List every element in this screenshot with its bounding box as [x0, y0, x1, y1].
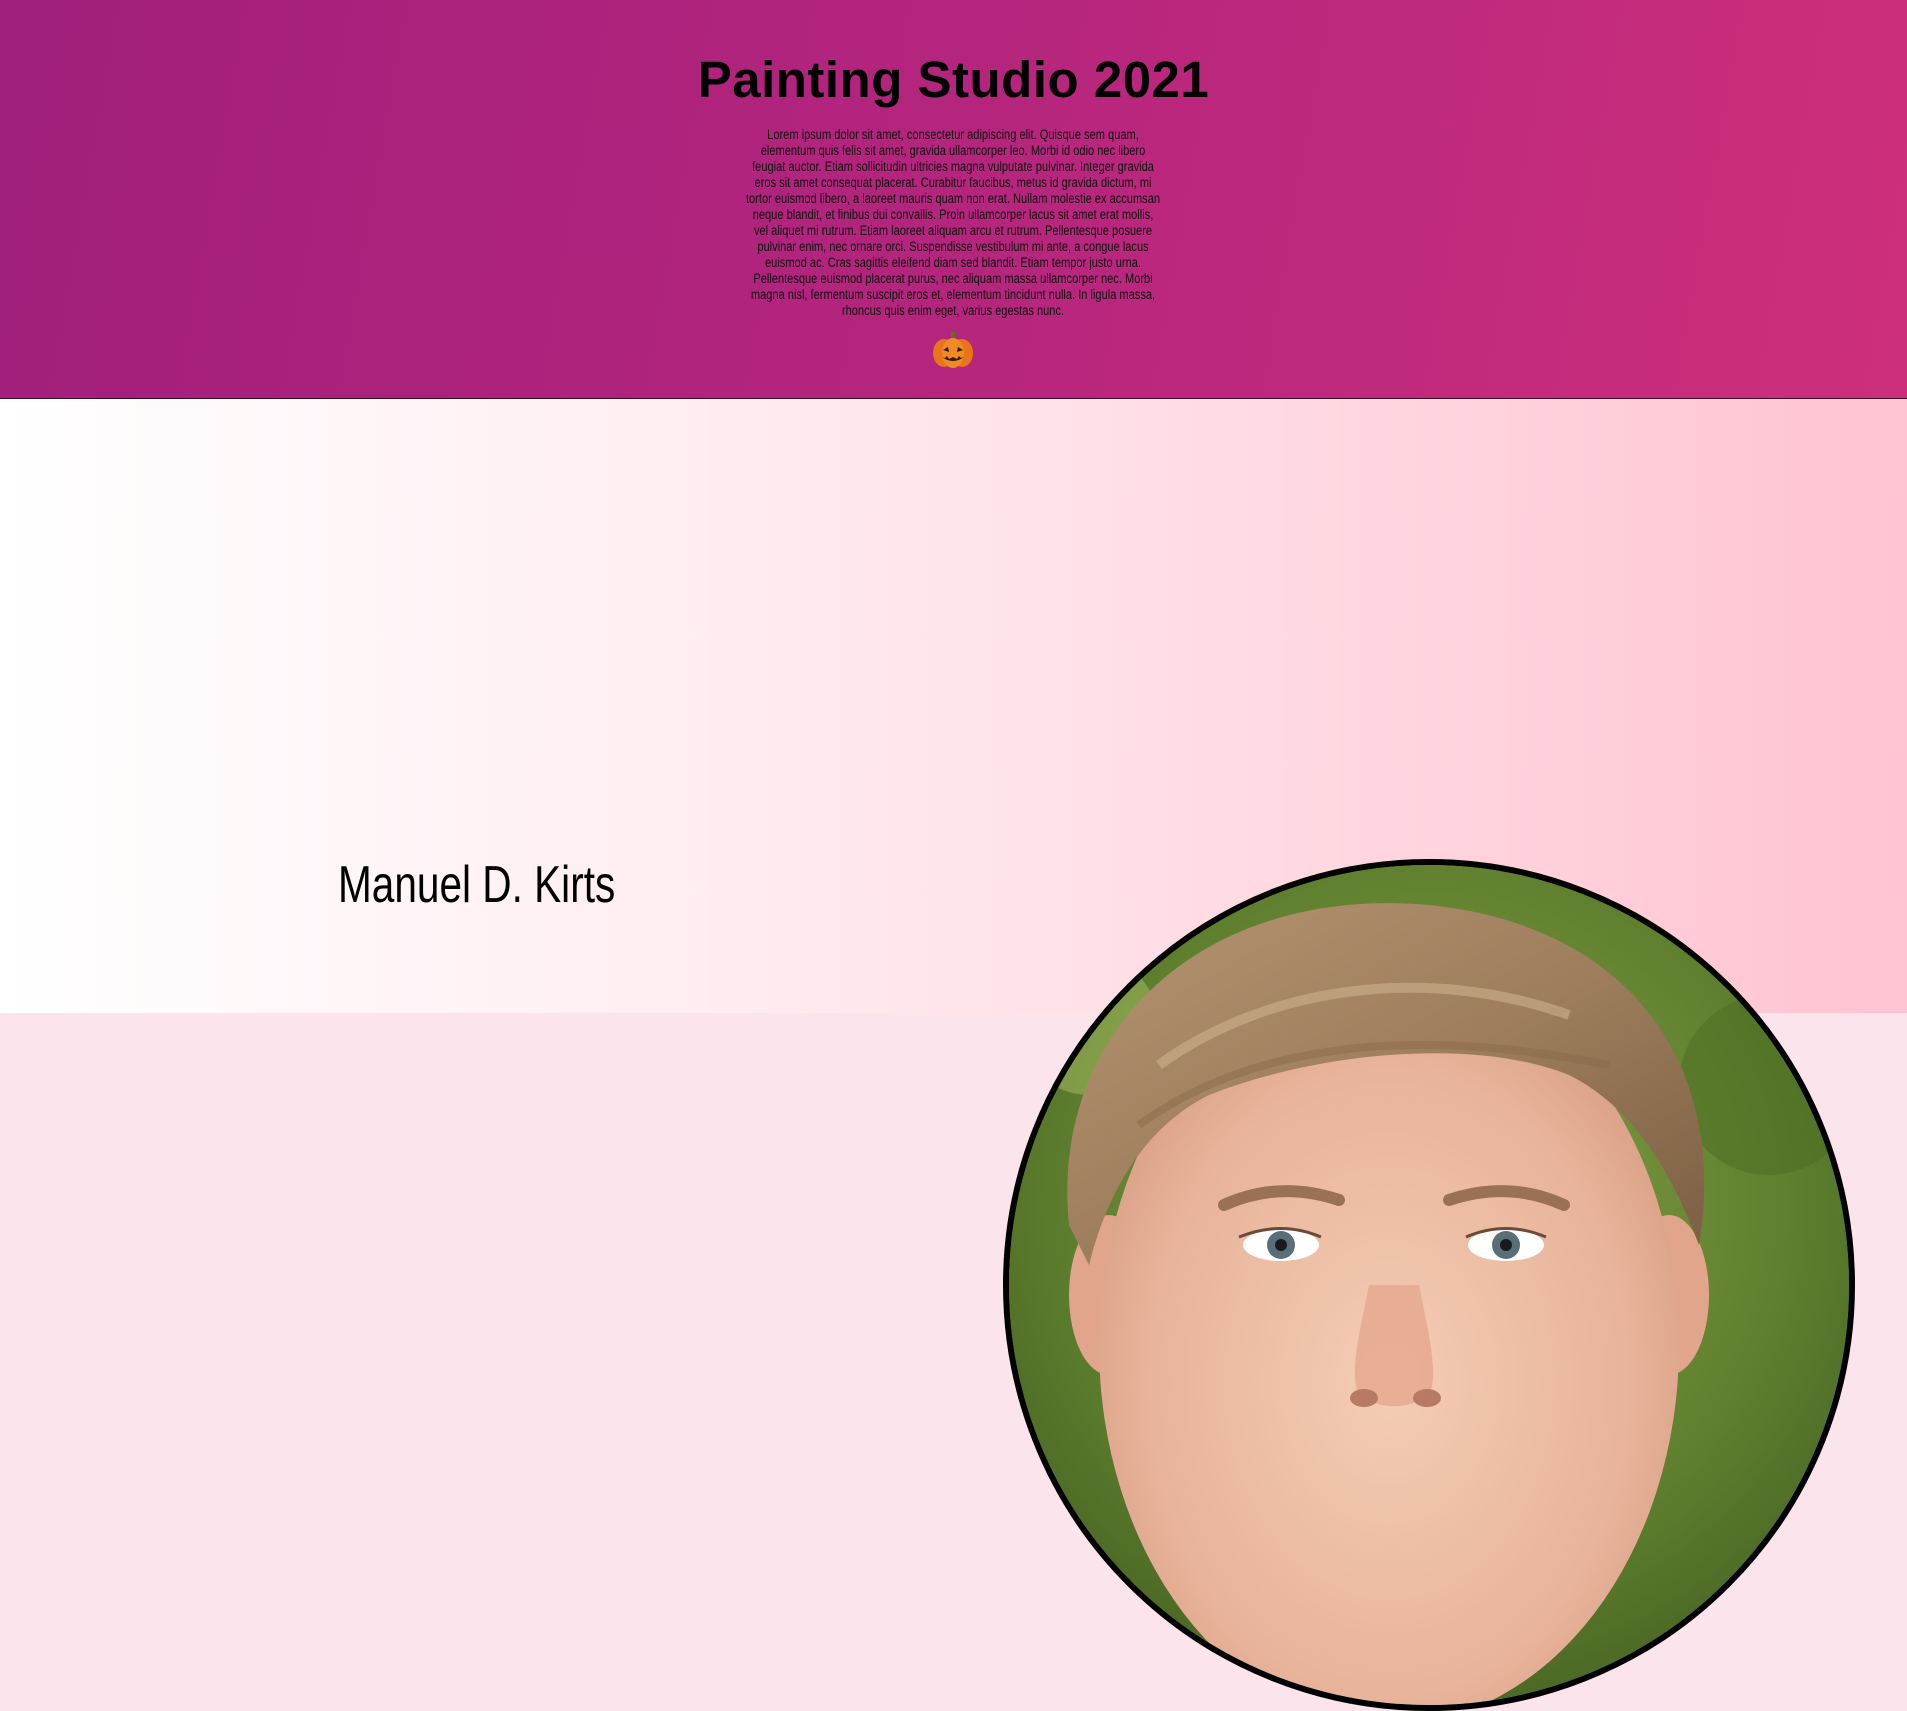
page-title: Painting Studio 2021	[697, 51, 1210, 108]
intro-paragraph: Lorem ipsum dolor sit amet, consectetur …	[745, 127, 1161, 318]
profile-photo	[1003, 859, 1855, 1711]
page-header: Painting Studio 2021 Lorem ipsum dolor s…	[0, 0, 1907, 399]
profile-section: Manuel D. Kirts	[0, 399, 1907, 1711]
pumpkin-icon	[933, 332, 973, 368]
portrait-image	[1009, 865, 1849, 1705]
profile-name: Manuel D. Kirts	[338, 856, 616, 914]
